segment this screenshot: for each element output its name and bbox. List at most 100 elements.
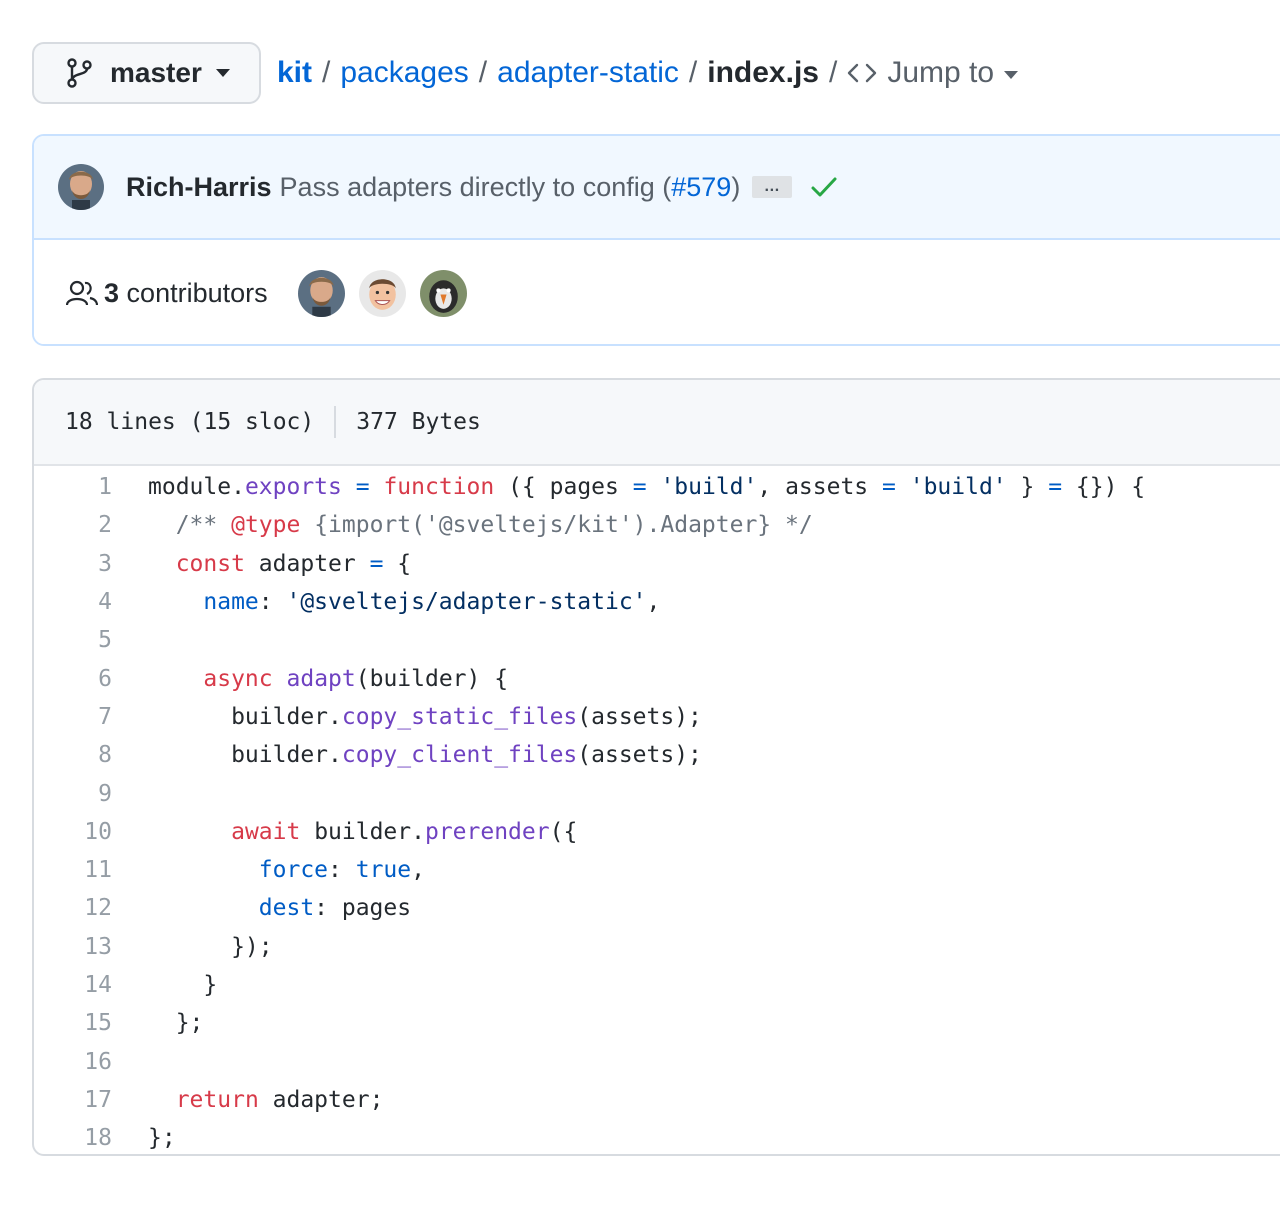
code-token: }	[1006, 474, 1049, 501]
code-line: 1 module.exports = function ({ pages = 'b…	[34, 468, 1280, 506]
pull-request-link[interactable]: #579	[671, 172, 731, 202]
code-icon	[848, 63, 877, 83]
code-line: 17 return adapter;	[34, 1081, 1280, 1119]
line-number[interactable]: 18	[34, 1125, 112, 1151]
code-line: 7 builder.copy_static_files(assets);	[34, 698, 1280, 736]
code-line: 3 const adapter = {	[34, 545, 1280, 583]
caret-down-icon	[1004, 71, 1019, 79]
code-token: async	[203, 665, 273, 692]
line-content: };	[112, 1010, 204, 1036]
breadcrumb-separator: /	[478, 56, 488, 89]
people-icon	[66, 280, 98, 306]
breadcrumb-adapter-static-link[interactable]: adapter-static	[497, 56, 679, 90]
code-token: function	[383, 474, 495, 501]
check-icon[interactable]	[810, 175, 838, 199]
code-token: builder.	[148, 703, 342, 730]
code-token: =	[355, 474, 370, 501]
code-line: 6 async adapt(builder) {	[34, 659, 1280, 697]
code-token: /**	[175, 512, 232, 539]
line-content: }	[112, 972, 217, 998]
commit-author-link[interactable]: Rich-Harris	[126, 172, 272, 203]
code-body: 1 module.exports = function ({ pages = 'b…	[34, 466, 1280, 1154]
author-avatar[interactable]	[58, 164, 104, 210]
line-number[interactable]: 4	[34, 589, 112, 615]
breadcrumb-repo-link[interactable]: kit	[277, 56, 312, 90]
code-token: {}) {	[1062, 474, 1146, 501]
code-token: =	[1048, 474, 1063, 501]
line-content: /** @type {import('@sveltejs/kit').Adapt…	[112, 512, 813, 538]
code-token: @type	[231, 512, 301, 539]
code-token: ({	[549, 818, 578, 845]
line-number[interactable]: 6	[34, 666, 112, 692]
breadcrumb-packages-link[interactable]: packages	[340, 56, 468, 90]
code-token: adapter	[244, 550, 370, 577]
code-token: };	[148, 1125, 176, 1152]
line-number[interactable]: 17	[34, 1087, 112, 1113]
code-token: adapter;	[258, 1086, 384, 1113]
breadcrumb: kit / packages / adapter-static / index.…	[277, 56, 1019, 90]
code-token: module.	[148, 474, 245, 501]
line-content: };	[112, 1125, 176, 1151]
line-number[interactable]: 3	[34, 551, 112, 577]
code-token: name	[203, 589, 259, 616]
line-number[interactable]: 13	[34, 934, 112, 960]
contributors-count-link[interactable]: 3 contributors	[104, 278, 268, 309]
breadcrumb-separator: /	[688, 56, 698, 89]
breadcrumb-separator: /	[828, 56, 838, 89]
line-content: return adapter;	[112, 1086, 384, 1113]
line-number[interactable]: 14	[34, 972, 112, 998]
line-number[interactable]: 11	[34, 857, 112, 883]
code-token: builder.	[300, 818, 425, 845]
file-info-header: 18 lines (15 sloc) 377 Bytes	[34, 380, 1280, 466]
line-number[interactable]: 10	[34, 819, 112, 845]
line-number[interactable]: 9	[34, 781, 112, 807]
line-content: force: true,	[112, 857, 425, 883]
contributor-avatar[interactable]	[358, 269, 406, 317]
contributor-avatar[interactable]	[419, 269, 467, 317]
code-token: copy_client_files	[341, 742, 578, 769]
jump-to-label: Jump to	[887, 56, 995, 89]
line-number[interactable]: 5	[34, 627, 112, 653]
commit-message[interactable]: Pass adapters directly to config (#579)	[280, 172, 741, 203]
branch-select-button[interactable]: master	[32, 42, 261, 104]
line-number[interactable]: 2	[34, 512, 112, 538]
line-number[interactable]: 1	[34, 474, 112, 500]
line-number[interactable]: 8	[34, 742, 112, 768]
code-token: {import('@sveltejs/kit').Adapter} */	[300, 512, 813, 539]
code-token: (assets);	[577, 703, 702, 730]
code-token: {	[383, 550, 412, 577]
git-branch-icon	[67, 58, 92, 88]
line-number[interactable]: 12	[34, 895, 112, 921]
code-token: :	[328, 857, 356, 884]
code-line: 18};	[34, 1119, 1280, 1154]
expand-commit-message-button[interactable]: …	[752, 176, 793, 198]
line-number[interactable]: 15	[34, 1010, 112, 1036]
jump-to-button[interactable]: Jump to	[847, 56, 1019, 90]
line-content: module.exports = function ({ pages = 'bu…	[112, 474, 1145, 500]
code-token: const	[175, 550, 245, 577]
breadcrumb-current-file: index.js	[707, 56, 819, 89]
code-token: await	[231, 818, 301, 845]
code-token: ,	[411, 857, 425, 884]
line-content: await builder.prerender({	[112, 819, 577, 845]
code-token: copy_static_files	[341, 703, 578, 730]
commit-message-text[interactable]: Pass adapters directly to config (	[280, 172, 672, 202]
line-number[interactable]: 16	[34, 1049, 112, 1075]
code-line: 12 dest: pages	[34, 889, 1280, 927]
code-token: dest	[258, 895, 315, 922]
line-number[interactable]: 7	[34, 704, 112, 730]
contributor-avatar[interactable]	[297, 269, 345, 317]
code-line: 5	[34, 621, 1280, 659]
code-token: prerender	[424, 818, 550, 845]
code-token: : pages	[314, 895, 412, 922]
code-token: adapt	[286, 665, 356, 692]
line-content: builder.copy_static_files(assets);	[112, 704, 702, 730]
code-line: 13 });	[34, 928, 1280, 966]
